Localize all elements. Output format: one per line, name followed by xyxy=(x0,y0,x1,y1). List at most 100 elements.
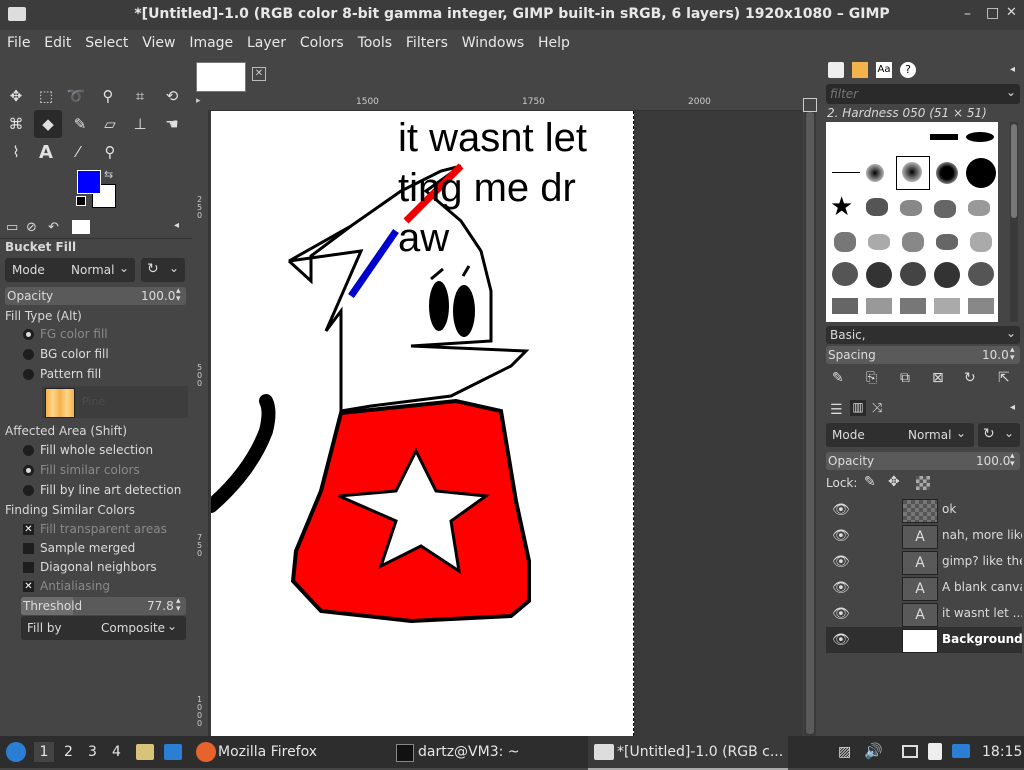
configure-tab-icon[interactable]: ◂ xyxy=(1010,64,1015,75)
eye-icon[interactable]: 👁 xyxy=(832,580,850,596)
display-icon[interactable] xyxy=(902,745,918,758)
menu-select[interactable]: Select xyxy=(80,30,133,56)
brush-thumb[interactable] xyxy=(966,132,994,142)
duplicate-brush-icon[interactable]: ⧉ xyxy=(900,370,910,386)
taskbar-gimp[interactable]: *[Untitled]-1.0 (RGB c... xyxy=(617,744,783,760)
fill-by-select[interactable]: Fill by Composite ⌄ xyxy=(21,616,186,640)
brush-thumb[interactable] xyxy=(866,298,892,314)
brush-thumb[interactable] xyxy=(832,172,860,173)
spin-arrows-icon[interactable]: ▴ ▾ xyxy=(176,597,181,614)
undo-history-tab-icon[interactable]: ↶ xyxy=(48,220,59,235)
fonts-tab-icon[interactable]: Aa xyxy=(876,62,892,78)
move-tool-icon[interactable]: ✥ xyxy=(4,84,28,108)
ruler-corner-icon[interactable]: ▸ xyxy=(196,96,208,110)
brush-thumb[interactable] xyxy=(970,232,992,252)
brushes-tab-icon[interactable] xyxy=(828,62,844,78)
layer-reset-mode-button[interactable]: ↻ ⌄ xyxy=(978,423,1020,447)
brush-thumb[interactable] xyxy=(834,232,856,252)
brush-thumb[interactable] xyxy=(934,262,960,288)
edit-brush-icon[interactable]: ✎ xyxy=(832,370,844,386)
eye-icon[interactable]: 👁 xyxy=(832,528,850,544)
patterns-tab-icon[interactable] xyxy=(852,62,868,78)
swap-colors-icon[interactable]: ⇆ xyxy=(104,168,113,181)
brush-thumb[interactable] xyxy=(900,298,926,314)
menu-colors[interactable]: Colors xyxy=(295,30,349,56)
fuzzy-select-tool-icon[interactable]: ⚲ xyxy=(96,84,120,108)
new-brush-icon[interactable]: ⎘ xyxy=(866,370,877,386)
taskbar-firefox[interactable]: Mozilla Firefox xyxy=(218,744,317,760)
brush-thumb[interactable] xyxy=(866,198,888,216)
spin-arrows-icon[interactable]: ▴ ▾ xyxy=(176,287,181,304)
brush-thumb[interactable]: ★ xyxy=(830,194,853,220)
antialiasing-checkbox[interactable]: ✕ Antialiasing xyxy=(23,578,110,594)
menu-file[interactable]: File xyxy=(2,30,35,56)
bucket-fill-tool-icon[interactable]: ◆ xyxy=(34,110,62,138)
taskbar-terminal[interactable]: dartz@VM3: ~ xyxy=(418,744,520,760)
layer-mode-select[interactable]: Mode Normal ⌄ xyxy=(826,423,974,447)
maximize-button[interactable]: □ xyxy=(986,5,999,21)
paintbrush-tool-icon[interactable]: ✎ xyxy=(68,112,92,136)
brush-thumb[interactable] xyxy=(968,262,994,286)
lock-position-icon[interactable]: ✥ xyxy=(888,474,900,490)
layer-row-selected[interactable]: 👁 Background xyxy=(826,627,1022,653)
fill-transparent-checkbox[interactable]: ✕ Fill transparent areas xyxy=(23,521,167,537)
start-menu-icon[interactable] xyxy=(6,742,26,762)
close-button[interactable]: ✕ xyxy=(1006,5,1017,20)
brush-thumb[interactable] xyxy=(968,298,994,314)
paths-tab-icon[interactable]: ⤨ xyxy=(872,401,882,416)
menu-windows[interactable]: Windows xyxy=(457,30,530,56)
brush-thumb[interactable] xyxy=(968,200,990,216)
brush-thumb[interactable] xyxy=(868,234,890,250)
brush-thumb[interactable] xyxy=(930,134,958,140)
vertical-ruler[interactable]: 2 5 0 5 0 0 7 5 0 1 0 0 0 xyxy=(196,110,209,736)
layer-row[interactable]: 👁 A nah, more like xyxy=(826,523,1022,549)
eraser-tool-icon[interactable]: ▱ xyxy=(98,112,122,136)
rect-select-tool-icon[interactable]: ⬚ xyxy=(34,84,58,108)
file-manager-icon[interactable] xyxy=(136,744,154,760)
brush-grid[interactable]: ★ xyxy=(826,122,998,322)
menu-layer[interactable]: Layer xyxy=(242,30,291,56)
canvas-viewport[interactable]: it wasnt let ting me dr aw xyxy=(209,111,803,736)
layer-row[interactable]: 👁 ok xyxy=(826,497,1022,523)
brush-thumb[interactable] xyxy=(902,162,922,182)
horizontal-ruler[interactable]: 1500 1750 2000 xyxy=(208,96,802,111)
menu-filters[interactable]: Filters xyxy=(401,30,453,56)
paths-tool-icon[interactable]: ⌇ xyxy=(4,140,28,164)
brush-thumb[interactable] xyxy=(900,262,926,286)
refresh-brushes-icon[interactable]: ↻ xyxy=(964,370,976,386)
brush-grid-scroll-thumb[interactable] xyxy=(1011,124,1017,218)
brush-thumb[interactable] xyxy=(832,262,858,286)
brush-thumb[interactable] xyxy=(936,234,958,250)
brush-thumb[interactable] xyxy=(934,200,956,218)
images-tab-icon[interactable] xyxy=(72,220,90,234)
tool-options-tab-icon[interactable]: ▭ xyxy=(6,220,18,235)
device-status-tab-icon[interactable]: ⊘ xyxy=(26,220,37,235)
brush-grid-scrollbar[interactable] xyxy=(1010,122,1018,322)
clipboard-icon[interactable] xyxy=(928,743,942,760)
eye-icon[interactable]: 👁 xyxy=(832,502,850,518)
menu-tools[interactable]: Tools xyxy=(353,30,398,56)
workspace-3[interactable]: 3 xyxy=(88,744,97,760)
spacing-slider[interactable]: Spacing 10.0 ▴ ▾ xyxy=(826,346,1020,364)
opacity-slider[interactable]: Opacity 100.0 ▴ ▾ xyxy=(5,287,186,305)
area-lineart-radio[interactable]: Fill by line art detection xyxy=(23,482,181,498)
menu-edit[interactable]: Edit xyxy=(39,30,76,56)
fill-fg-radio[interactable]: FG color fill xyxy=(23,326,108,342)
configure-tab-icon[interactable]: ◂ xyxy=(174,220,179,231)
fill-pattern-radio[interactable]: Pattern fill xyxy=(23,366,101,382)
layer-opacity-slider[interactable]: Opacity 100.0 ▴ ▾ xyxy=(826,452,1020,470)
warp-tool-icon[interactable]: ⌘ xyxy=(4,112,28,136)
brush-thumb[interactable] xyxy=(866,164,884,182)
eye-icon[interactable]: 👁 xyxy=(832,554,850,570)
lock-alpha-icon[interactable] xyxy=(916,476,930,490)
diagonal-neighbors-checkbox[interactable]: Diagonal neighbors xyxy=(23,559,157,575)
zoom-fit-icon[interactable] xyxy=(803,98,817,112)
vertical-scrollbar[interactable] xyxy=(804,112,816,736)
workspace-1[interactable]: 1 xyxy=(34,742,54,762)
vertical-scroll-thumb[interactable] xyxy=(806,112,814,734)
sample-merged-checkbox[interactable]: Sample merged xyxy=(23,540,135,556)
workspace-4[interactable]: 4 xyxy=(112,744,121,760)
brush-thumb[interactable] xyxy=(832,298,858,314)
color-picker-tool-icon[interactable]: ⁄ xyxy=(66,140,90,164)
help-tab-icon[interactable]: ? xyxy=(900,62,916,78)
